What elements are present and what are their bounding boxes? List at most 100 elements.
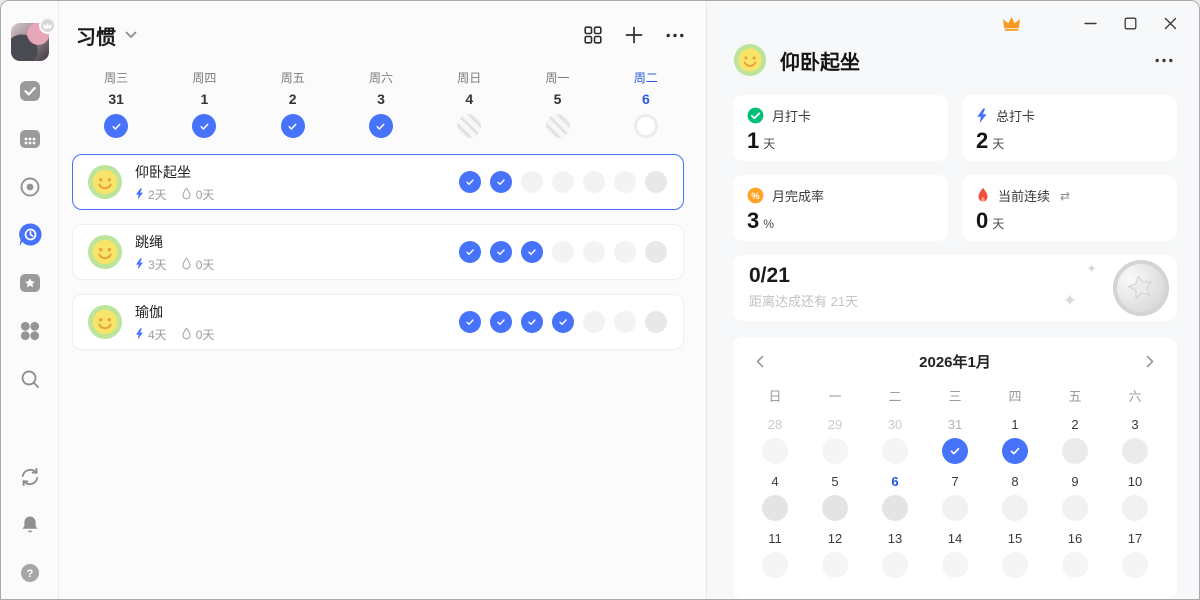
calendar-day-cell[interactable]: 12 (805, 527, 865, 584)
sidebar-item-habit[interactable] (17, 223, 43, 247)
calendar-day-circle[interactable] (762, 495, 788, 521)
calendar-day-circle[interactable] (1002, 495, 1028, 521)
calendar-day-circle[interactable] (942, 552, 968, 578)
calendar-day-cell[interactable]: 15 (985, 527, 1045, 584)
habit-check-circle[interactable] (490, 171, 512, 193)
calendar-day-number: 28 (768, 417, 782, 432)
swap-icon[interactable]: ⇄ (1060, 189, 1070, 203)
habit-row[interactable]: 瑜伽4天0天 (72, 294, 684, 350)
user-avatar[interactable] (11, 23, 49, 61)
habit-check-circle[interactable] (459, 311, 481, 333)
calendar-day-cell[interactable]: 17 (1105, 527, 1165, 584)
close-button[interactable] (1164, 17, 1177, 30)
calendar-day-cell[interactable]: 8 (985, 470, 1045, 527)
add-habit-button[interactable] (625, 26, 643, 44)
habit-check-circle[interactable] (583, 171, 605, 193)
chevron-down-icon[interactable] (125, 31, 137, 39)
week-day-status-circle[interactable] (546, 114, 570, 138)
calendar-prev-button[interactable] (745, 355, 775, 368)
sidebar-item-focus[interactable] (17, 175, 43, 199)
calendar-day-circle[interactable] (882, 552, 908, 578)
maximize-button[interactable] (1124, 17, 1137, 30)
calendar-day-cell[interactable]: 4 (745, 470, 805, 527)
week-day-status-circle[interactable] (634, 114, 658, 138)
habit-check-circle[interactable] (552, 171, 574, 193)
habit-check-circle[interactable] (521, 241, 543, 263)
habit-check-circle[interactable] (614, 311, 636, 333)
minimize-button[interactable] (1084, 17, 1097, 30)
calendar-day-cell[interactable]: 10 (1105, 470, 1165, 527)
calendar-day-circle[interactable] (822, 552, 848, 578)
calendar-day-circle[interactable] (1002, 552, 1028, 578)
grid-view-button[interactable] (584, 26, 602, 44)
calendar-day-circle[interactable] (822, 438, 848, 464)
habit-check-circle[interactable] (552, 311, 574, 333)
calendar-day-circle[interactable] (762, 552, 788, 578)
calendar-day-circle[interactable] (1122, 552, 1148, 578)
habit-check-circle[interactable] (614, 241, 636, 263)
more-options-button[interactable] (666, 33, 684, 38)
calendar-day-cell[interactable]: 14 (925, 527, 985, 584)
habit-check-circle[interactable] (645, 311, 667, 333)
habit-name: 瑜伽 (135, 302, 214, 322)
calendar-day-circle[interactable] (942, 495, 968, 521)
calendar-day-cell[interactable]: 2 (1045, 413, 1105, 470)
calendar-day-cell[interactable]: 13 (865, 527, 925, 584)
week-day-status-circle[interactable] (369, 114, 393, 138)
habit-detail-title: 仰卧起坐 (780, 46, 860, 75)
habit-check-circle[interactable] (521, 171, 543, 193)
sidebar-item-notifications[interactable] (17, 513, 43, 537)
calendar-day-circle[interactable] (1062, 552, 1088, 578)
calendar-day-cell[interactable]: 31 (925, 413, 985, 470)
week-day-status-circle[interactable] (457, 114, 481, 138)
sidebar-item-sync[interactable] (17, 465, 43, 489)
habit-check-circle[interactable] (645, 241, 667, 263)
calendar-day-cell[interactable]: 6 (865, 470, 925, 527)
calendar-day-cell[interactable]: 5 (805, 470, 865, 527)
sidebar-item-help[interactable]: ? (17, 561, 43, 585)
calendar-day-circle[interactable] (882, 438, 908, 464)
week-day-status-circle[interactable] (104, 114, 128, 138)
calendar-day-cell[interactable]: 28 (745, 413, 805, 470)
calendar-day-circle[interactable] (942, 438, 968, 464)
calendar-day-cell[interactable]: 16 (1045, 527, 1105, 584)
week-day-status-circle[interactable] (281, 114, 305, 138)
calendar-day-cell[interactable]: 1 (985, 413, 1045, 470)
sidebar-item-activities[interactable] (17, 271, 43, 295)
panel-more-button[interactable] (1155, 58, 1177, 63)
calendar-day-cell[interactable]: 3 (1105, 413, 1165, 470)
habit-check-circle[interactable] (583, 241, 605, 263)
sidebar-item-search[interactable] (17, 367, 43, 391)
calendar-next-button[interactable] (1135, 355, 1165, 368)
habit-check-circle[interactable] (459, 241, 481, 263)
habit-check-circle[interactable] (459, 171, 481, 193)
calendar-day-circle[interactable] (762, 438, 788, 464)
calendar-day-circle[interactable] (822, 495, 848, 521)
calendar-day-cell[interactable]: 7 (925, 470, 985, 527)
calendar-day-cell[interactable]: 30 (865, 413, 925, 470)
calendar-day-circle[interactable] (1122, 438, 1148, 464)
calendar-day-circle[interactable] (882, 495, 908, 521)
calendar-day-circle[interactable] (1062, 438, 1088, 464)
week-day-status-circle[interactable] (192, 114, 216, 138)
calendar-day-cell[interactable]: 29 (805, 413, 865, 470)
habit-check-circle[interactable] (645, 171, 667, 193)
sidebar-item-more-apps[interactable] (17, 319, 43, 343)
habit-check-circle[interactable] (614, 171, 636, 193)
habit-row[interactable]: 跳绳3天0天 (72, 224, 684, 280)
sidebar-item-calendar[interactable] (17, 127, 43, 151)
calendar-day-cell[interactable]: 11 (745, 527, 805, 584)
habit-check-circle[interactable] (552, 241, 574, 263)
habit-check-circle[interactable] (490, 241, 512, 263)
sidebar-item-tasks[interactable] (17, 79, 43, 103)
calendar-day-circle[interactable] (1002, 438, 1028, 464)
calendar-day-circle[interactable] (1062, 495, 1088, 521)
calendar-day-cell[interactable]: 9 (1045, 470, 1105, 527)
premium-crown-icon[interactable] (1002, 16, 1021, 31)
habit-check-circle[interactable] (490, 311, 512, 333)
stat-label: 月打卡 (772, 106, 811, 125)
habit-check-circle[interactable] (521, 311, 543, 333)
habit-row[interactable]: 仰卧起坐2天0天 (72, 154, 684, 210)
habit-check-circle[interactable] (583, 311, 605, 333)
calendar-day-circle[interactable] (1122, 495, 1148, 521)
